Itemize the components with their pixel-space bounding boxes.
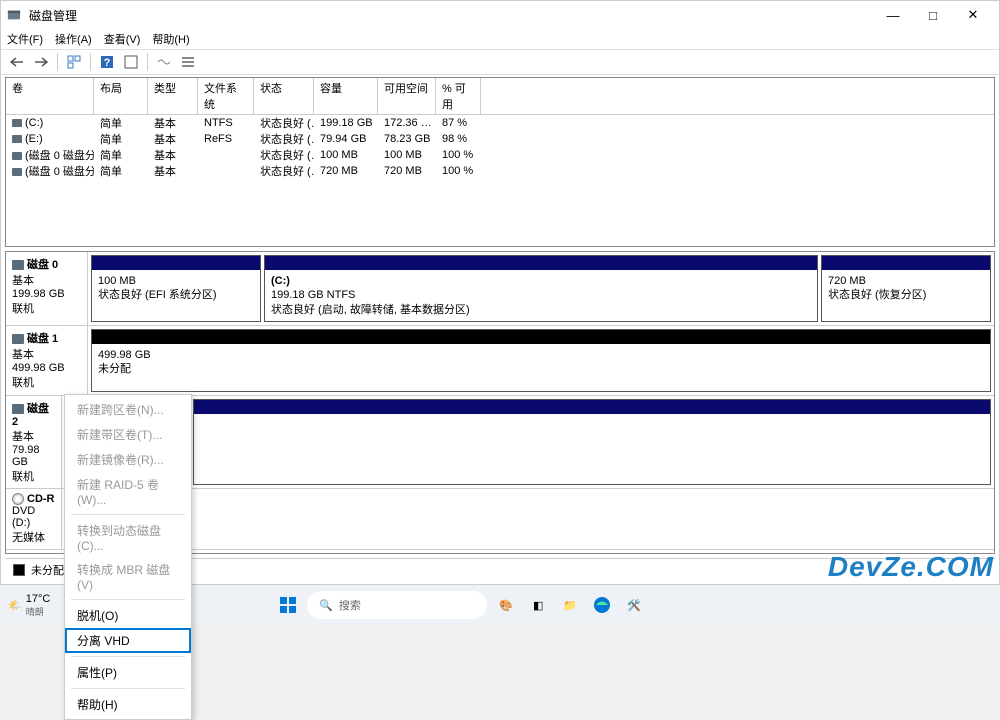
toolbar-separator [90, 53, 91, 71]
volume-icon [12, 168, 22, 176]
menu-convert-mbr[interactable]: 转换成 MBR 磁盘(V) [65, 557, 191, 596]
toolbar-separator [147, 53, 148, 71]
menu-separator [71, 514, 185, 515]
partition-info: 499.98 GB 未分配 [92, 344, 990, 381]
partition-info: 720 MB 状态良好 (恢复分区) [822, 270, 990, 307]
menu-separator [71, 599, 185, 600]
disk-partitions [62, 489, 994, 549]
menu-convert-dynamic[interactable]: 转换到动态磁盘(C)... [65, 518, 191, 557]
disk-label: CD-R DVD (D:) 无媒体 [6, 489, 62, 549]
col-volume[interactable]: 卷 [6, 78, 94, 114]
maximize-button[interactable]: □ [913, 2, 953, 28]
toolbar: ? [1, 49, 999, 75]
menu-new-raid5-volume[interactable]: 新建 RAID-5 卷(W)... [65, 472, 191, 511]
partition[interactable]: 499.98 GB 未分配 [91, 329, 991, 392]
volume-icon [12, 135, 22, 143]
volume-icon [12, 119, 22, 127]
legend-square-icon [13, 564, 25, 576]
partition-bar [92, 256, 260, 270]
disk-partitions [190, 396, 994, 488]
weather-icon: 🌤️ [8, 599, 22, 612]
volume-row[interactable]: (磁盘 0 磁盘分区 1) 简单 基本 状态良好 (… 100 MB 100 M… [6, 147, 994, 163]
menu-separator [71, 656, 185, 657]
menubar: 文件(F) 操作(A) 查看(V) 帮助(H) [1, 29, 999, 49]
settings-button[interactable] [154, 52, 174, 72]
taskbar-edge-icon[interactable] [589, 592, 615, 618]
disk-icon [12, 260, 24, 270]
volume-row[interactable]: (磁盘 0 磁盘分区 4) 简单 基本 状态良好 (… 720 MB 720 M… [6, 163, 994, 179]
app-icon [7, 7, 23, 23]
start-button[interactable] [275, 592, 301, 618]
menu-detach-vhd[interactable]: 分离 VHD [65, 628, 191, 653]
weather-widget[interactable]: 🌤️ 17°C 晴朗 [8, 593, 50, 618]
menu-action[interactable]: 操作(A) [55, 31, 92, 47]
disk-row[interactable]: 磁盘 1 基本 499.98 GB 联机 499.98 GB 未分配 [6, 326, 994, 396]
partition[interactable] [193, 399, 991, 485]
taskbar-app-icon[interactable]: 🛠️ [621, 592, 647, 618]
window-title: 磁盘管理 [29, 7, 873, 24]
minimize-button[interactable]: — [873, 2, 913, 28]
col-free[interactable]: 可用空间 [378, 78, 436, 114]
menu-offline[interactable]: 脱机(O) [65, 603, 191, 628]
menu-help[interactable]: 帮助(H) [65, 692, 191, 717]
partition-info: 100 MB 状态良好 (EFI 系统分区) [92, 270, 260, 307]
menu-new-span-volume[interactable]: 新建跨区卷(N)... [65, 397, 191, 422]
help-button[interactable]: ? [97, 52, 117, 72]
disk-label: 磁盘 0 基本 199.98 GB 联机 [6, 252, 88, 325]
taskbar-explorer-icon[interactable]: 📁 [557, 592, 583, 618]
taskbar-app-icon[interactable]: 🎨 [493, 592, 519, 618]
menu-separator [71, 688, 185, 689]
disk-row[interactable]: 磁盘 0 基本 199.98 GB 联机 100 MB 状态良好 (EFI 系统… [6, 252, 994, 326]
col-filesystem[interactable]: 文件系统 [198, 78, 254, 114]
volume-row[interactable]: (C:) 简单 基本 NTFS 状态良好 (… 199.18 GB 172.36… [6, 115, 994, 131]
cdrom-icon [12, 493, 24, 505]
disk-partitions: 499.98 GB 未分配 [88, 326, 994, 395]
close-button[interactable]: ✕ [953, 2, 993, 28]
menu-file[interactable]: 文件(F) [7, 31, 43, 47]
search-icon: 🔍 [319, 599, 333, 612]
disk-partitions: 100 MB 状态良好 (EFI 系统分区) (C:) 199.18 GB NT… [88, 252, 994, 325]
menu-new-mirror-volume[interactable]: 新建镜像卷(R)... [65, 447, 191, 472]
taskbar-search[interactable]: 🔍 搜索 [307, 591, 487, 619]
list-button[interactable] [178, 52, 198, 72]
volume-icon [12, 152, 22, 160]
partition-bar [265, 256, 817, 270]
menu-view[interactable]: 查看(V) [104, 31, 141, 47]
partition-bar [194, 400, 990, 414]
volume-row[interactable]: (E:) 简单 基本 ReFS 状态良好 (… 79.94 GB 78.23 G… [6, 131, 994, 147]
disk-label: 磁盘 1 基本 499.98 GB 联机 [6, 326, 88, 395]
disk-icon [12, 334, 24, 344]
partition-bar [92, 330, 990, 344]
menu-properties[interactable]: 属性(P) [65, 660, 191, 685]
disk-icon [12, 404, 24, 414]
col-layout[interactable]: 布局 [94, 78, 148, 114]
partition-info: (C:) 199.18 GB NTFS 状态良好 (启动, 故障转储, 基本数据… [265, 270, 817, 321]
view-button[interactable] [64, 52, 84, 72]
menu-help[interactable]: 帮助(H) [152, 31, 189, 47]
svg-text:?: ? [104, 57, 111, 69]
partition-bar [822, 256, 990, 270]
titlebar: 磁盘管理 — □ ✕ [1, 1, 999, 29]
partition-info [194, 414, 990, 451]
col-percent[interactable]: % 可用 [436, 78, 481, 114]
context-menu: 新建跨区卷(N)... 新建带区卷(T)... 新建镜像卷(R)... 新建 R… [64, 394, 192, 720]
volume-list[interactable]: 卷 布局 类型 文件系统 状态 容量 可用空间 % 可用 (C:) 简单 基本 … [5, 77, 995, 247]
volume-list-header: 卷 布局 类型 文件系统 状态 容量 可用空间 % 可用 [6, 78, 994, 115]
legend-unallocated: 未分配 [31, 562, 64, 578]
window-controls: — □ ✕ [873, 2, 993, 28]
col-status[interactable]: 状态 [254, 78, 314, 114]
forward-button[interactable] [31, 52, 51, 72]
refresh-button[interactable] [121, 52, 141, 72]
disk-label: 磁盘 2 基本 79.98 GB 联机 [6, 396, 62, 488]
menu-new-stripe-volume[interactable]: 新建带区卷(T)... [65, 422, 191, 447]
col-capacity[interactable]: 容量 [314, 78, 378, 114]
toolbar-separator [57, 53, 58, 71]
col-type[interactable]: 类型 [148, 78, 198, 114]
back-button[interactable] [7, 52, 27, 72]
taskbar-task-view-icon[interactable]: ◧ [525, 592, 551, 618]
partition[interactable]: 720 MB 状态良好 (恢复分区) [821, 255, 991, 322]
partition[interactable]: (C:) 199.18 GB NTFS 状态良好 (启动, 故障转储, 基本数据… [264, 255, 818, 322]
partition[interactable]: 100 MB 状态良好 (EFI 系统分区) [91, 255, 261, 322]
